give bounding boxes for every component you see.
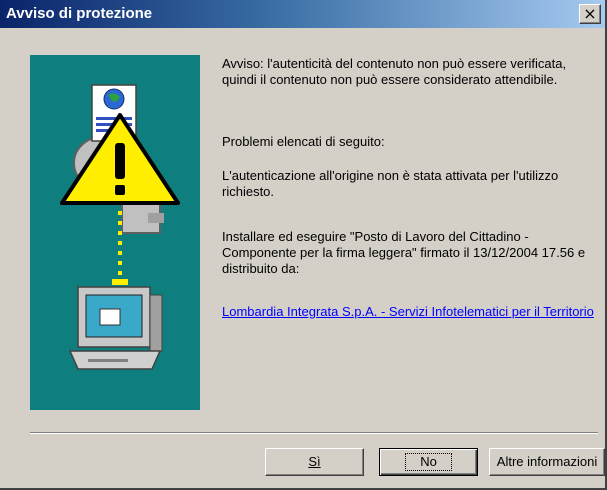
yes-button-label: Sì <box>308 454 321 469</box>
security-illustration <box>30 55 200 410</box>
warning-text: Avviso: l'autenticità del contenuto non … <box>222 56 567 87</box>
security-warning-dialog: Avviso di protezione × Avviso: l'autenti… <box>0 0 607 490</box>
no-button-label: No <box>405 453 452 471</box>
separator <box>30 432 598 434</box>
problem-text: L'autenticazione all'origine non è stata… <box>222 168 559 199</box>
close-icon: × <box>583 4 597 23</box>
more-info-button-label: Altre informazioni <box>496 454 598 469</box>
title-bar[interactable]: Avviso di protezione × <box>0 0 605 28</box>
install-text: Installare ed eseguire "Posto di Lavoro … <box>222 229 586 276</box>
publisher-link[interactable]: Lombardia Integrata S.p.A. - Servizi Inf… <box>222 304 594 319</box>
yes-button[interactable]: Sì <box>265 448 364 476</box>
problems-heading: Problemi elencati di seguito: <box>222 134 385 149</box>
window-title: Avviso di protezione <box>6 5 153 22</box>
computer-icon <box>68 286 163 370</box>
close-button[interactable]: × <box>579 4 601 24</box>
no-button[interactable]: No <box>379 448 478 476</box>
more-info-button[interactable]: Altre informazioni <box>489 448 605 476</box>
